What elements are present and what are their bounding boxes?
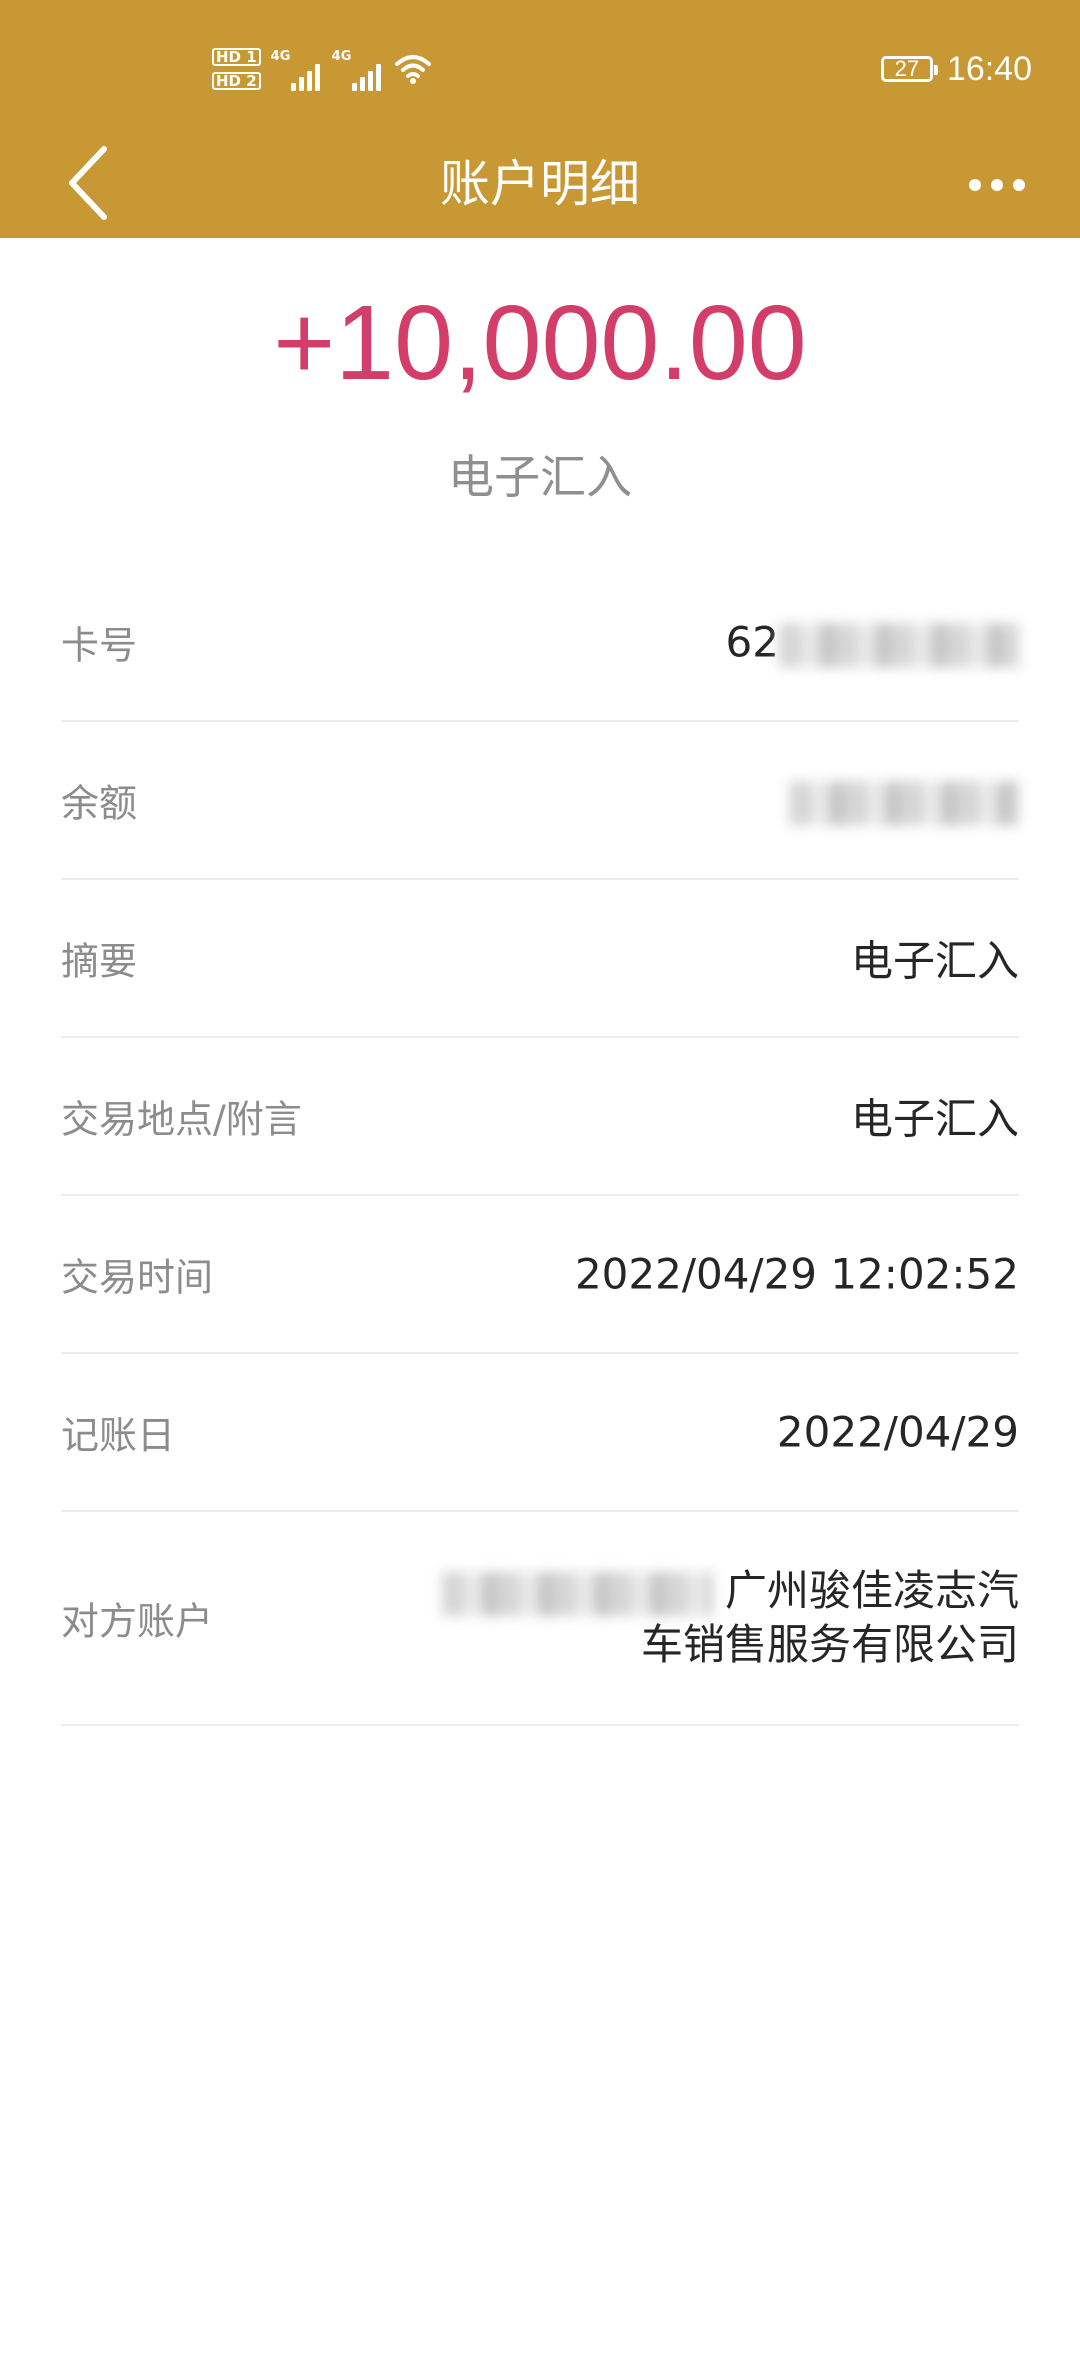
detail-row-location: 交易地点/附言 电子汇入	[61, 1038, 1019, 1196]
detail-row-transaction-time: 交易时间 2022/04/29 12:02:52	[61, 1196, 1019, 1354]
posting-date-label: 记账日	[61, 1413, 176, 1458]
signal-bars-2-icon	[351, 61, 381, 91]
clock: 16:40	[946, 49, 1032, 88]
wifi-icon	[394, 55, 431, 84]
card-number-redaction	[779, 622, 1019, 667]
detail-row-balance: 余额	[61, 722, 1019, 880]
network-1-label: 4G	[270, 49, 291, 64]
signal-1: 4G	[271, 47, 320, 91]
more-horizontal-icon	[969, 179, 1025, 191]
card-number-value: 62	[726, 617, 1019, 667]
card-number-visible: 62	[725, 617, 779, 667]
transaction-time-value: 2022/04/29 12:02:52	[574, 1249, 1019, 1299]
hd-badges: HD 1 HD 2	[212, 48, 261, 90]
detail-row-summary: 摘要 电子汇入	[61, 880, 1019, 1038]
counterparty-account-redaction	[441, 1571, 712, 1616]
detail-list: 卡号 62 余额 摘要 电子汇入 交易地点/附言 电子汇入 交易时间 2022/…	[61, 564, 1019, 1726]
page-title: 账户明细	[440, 155, 640, 213]
location-value: 电子汇入	[850, 1094, 1019, 1144]
location-label: 交易地点/附言	[61, 1097, 302, 1142]
balance-label: 余额	[61, 781, 138, 826]
balance-value	[789, 775, 1019, 825]
nav-bar: 账户明细	[0, 130, 1080, 238]
transaction-amount: +10,000.00	[273, 284, 807, 402]
status-bar: HD 1 HD 2 4G 4G 27 16:40	[0, 0, 1080, 136]
posting-date-value: 2022/04/29	[776, 1407, 1019, 1457]
transaction-type: 电子汇入	[448, 450, 632, 504]
header: HD 1 HD 2 4G 4G 27 16:40 账户明细	[0, 0, 1080, 238]
counterparty-label: 对方账户	[61, 1599, 214, 1644]
transaction-time-label: 交易时间	[61, 1255, 214, 1300]
counterparty-value: 广州骏佳凌志汽车销售服务有限公司	[419, 1564, 1019, 1672]
more-button[interactable]	[942, 150, 1052, 220]
hd2-badge: HD 2	[212, 72, 261, 90]
balance-redaction	[789, 780, 1019, 825]
detail-row-counterparty: 对方账户 广州骏佳凌志汽车销售服务有限公司	[61, 1512, 1019, 1726]
detail-row-posting-date: 记账日 2022/04/29	[61, 1354, 1019, 1512]
summary-value: 电子汇入	[850, 936, 1019, 986]
status-left: HD 1 HD 2 4G 4G	[212, 38, 433, 100]
battery-level: 27	[894, 56, 920, 81]
status-right: 27 16:40	[880, 44, 1032, 94]
summary-label: 摘要	[61, 939, 138, 984]
detail-row-card-number: 卡号 62	[61, 564, 1019, 722]
signal-2: 4G	[332, 47, 381, 91]
battery-icon: 27	[880, 56, 938, 82]
signal-bars-1-icon	[290, 61, 320, 91]
network-2-label: 4G	[331, 49, 352, 64]
hd1-badge: HD 1	[212, 48, 261, 66]
card-number-label: 卡号	[61, 623, 138, 668]
